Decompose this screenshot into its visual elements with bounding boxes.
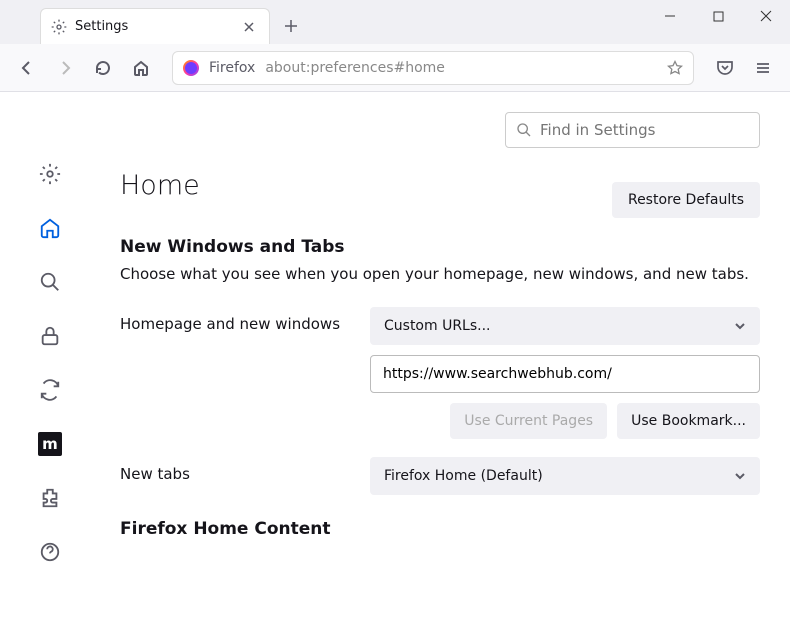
window-controls: [646, 0, 790, 32]
content-area: m Home Restore Defaults New Windows and …: [0, 92, 790, 634]
sidebar-item-sync[interactable]: [38, 378, 62, 402]
search-icon: [516, 122, 532, 138]
restore-defaults-button[interactable]: Restore Defaults: [612, 182, 760, 218]
use-current-pages-button[interactable]: Use Current Pages: [450, 403, 607, 439]
url-bar[interactable]: Firefox about:preferences#home: [172, 51, 694, 85]
sidebar-item-more[interactable]: m: [38, 432, 62, 456]
homepage-row: Homepage and new windows Custom URLs... …: [120, 307, 760, 439]
tab-close-button[interactable]: [239, 17, 259, 37]
forward-button[interactable]: [50, 53, 80, 83]
settings-search[interactable]: [505, 112, 760, 148]
sidebar-item-extensions[interactable]: [38, 486, 62, 510]
bookmark-star-icon[interactable]: [667, 60, 683, 76]
newtabs-label: New tabs: [120, 457, 370, 483]
browser-tab[interactable]: Settings: [40, 8, 270, 44]
close-button[interactable]: [742, 0, 790, 32]
sidebar-item-help[interactable]: [38, 540, 62, 564]
back-button[interactable]: [12, 53, 42, 83]
titlebar: Settings: [0, 0, 790, 44]
app-menu-button[interactable]: [748, 53, 778, 83]
homepage-label: Homepage and new windows: [120, 307, 370, 333]
chevron-down-icon: [734, 320, 746, 332]
toolbar: Firefox about:preferences#home: [0, 44, 790, 92]
sidebar-item-privacy[interactable]: [38, 324, 62, 348]
homepage-select[interactable]: Custom URLs...: [370, 307, 760, 345]
minimize-button[interactable]: [646, 0, 694, 32]
sidebar-item-search[interactable]: [38, 270, 62, 294]
fhc-heading: Firefox Home Content: [120, 519, 760, 539]
settings-sidebar: m: [0, 92, 100, 634]
new-tab-button[interactable]: [276, 11, 306, 41]
section-heading: New Windows and Tabs: [120, 237, 760, 257]
sidebar-item-home[interactable]: [38, 216, 62, 240]
url-text: about:preferences#home: [265, 60, 657, 76]
reload-button[interactable]: [88, 53, 118, 83]
url-identity: Firefox: [209, 60, 255, 76]
use-bookmark-button[interactable]: Use Bookmark...: [617, 403, 760, 439]
pocket-button[interactable]: [710, 53, 740, 83]
settings-main: Home Restore Defaults New Windows and Ta…: [100, 92, 790, 634]
section-description: Choose what you see when you open your h…: [120, 265, 760, 283]
newtabs-row: New tabs Firefox Home (Default): [120, 457, 760, 495]
newtabs-select-value: Firefox Home (Default): [384, 468, 543, 484]
firefox-icon: [183, 60, 199, 76]
sidebar-item-general[interactable]: [38, 162, 62, 186]
homepage-url-input[interactable]: [370, 355, 760, 393]
newtabs-select[interactable]: Firefox Home (Default): [370, 457, 760, 495]
settings-search-input[interactable]: [540, 121, 749, 139]
maximize-button[interactable]: [694, 0, 742, 32]
chevron-down-icon: [734, 470, 746, 482]
home-button[interactable]: [126, 53, 156, 83]
homepage-select-value: Custom URLs...: [384, 318, 491, 334]
gear-icon: [51, 19, 67, 35]
tab-title: Settings: [75, 19, 231, 34]
